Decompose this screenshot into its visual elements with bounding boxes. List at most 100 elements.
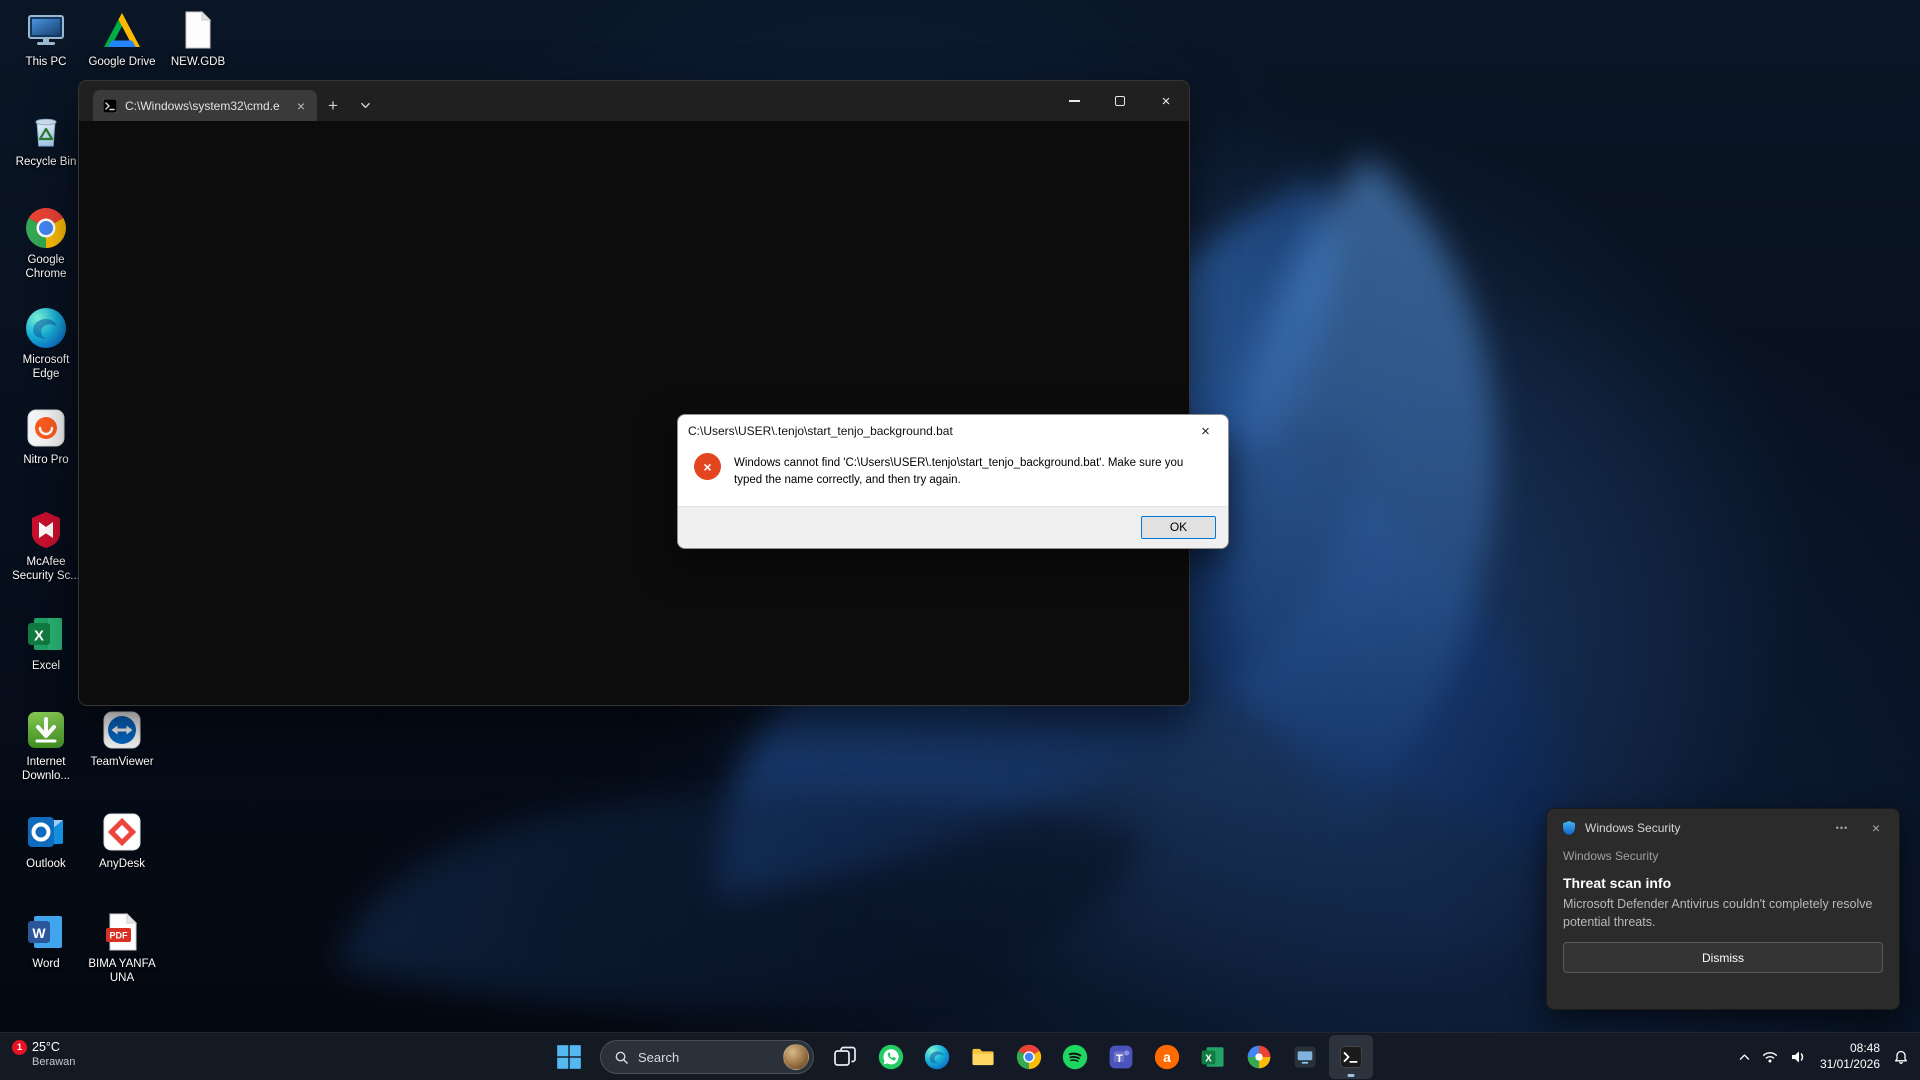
clock-widget[interactable]: 08:48 31/01/2026: [1812, 1041, 1888, 1072]
avast-icon: a: [1154, 1044, 1180, 1070]
notification-more-button[interactable]: •••: [1829, 815, 1855, 841]
notification-body: Microsoft Defender Antivirus couldn't co…: [1547, 891, 1899, 931]
new-tab-button[interactable]: +: [317, 90, 349, 121]
desktop-icon-label: McAfee Security Sc...: [8, 555, 84, 584]
taskbar-edge-button[interactable]: [915, 1035, 959, 1079]
teams-icon: T: [1108, 1044, 1134, 1070]
svg-text:a: a: [1163, 1049, 1171, 1065]
taskbar-excel-button[interactable]: X: [1191, 1035, 1235, 1079]
start-button[interactable]: [547, 1035, 591, 1079]
svg-text:T: T: [1116, 1053, 1123, 1065]
search-icon: [614, 1050, 629, 1065]
desktop-icon-mcafee[interactable]: McAfee Security Sc...: [8, 508, 84, 584]
taskbar-teams-button[interactable]: T: [1099, 1035, 1143, 1079]
mcafee-icon: [24, 508, 68, 552]
notification-close-button[interactable]: ×: [1863, 815, 1889, 841]
desktop-icon-label: NEW.GDB: [160, 55, 236, 69]
taskbar-chrome-button[interactable]: [1007, 1035, 1051, 1079]
terminal-titlebar[interactable]: C:\Windows\system32\cmd.e × + ×: [79, 81, 1189, 121]
notification-app-name: Windows Security: [1585, 821, 1821, 835]
nitro-pro-icon: [24, 406, 68, 450]
terminal-icon: [1338, 1044, 1364, 1070]
terminal-tab-title: C:\Windows\system32\cmd.e: [125, 99, 285, 113]
maximize-button[interactable]: [1097, 81, 1143, 121]
desktop-icon-label: AnyDesk: [84, 857, 160, 871]
edge-icon: [24, 306, 68, 350]
terminal-tab[interactable]: C:\Windows\system32\cmd.e ×: [93, 90, 317, 121]
spotify-icon: [1062, 1044, 1088, 1070]
idm-icon: [24, 708, 68, 752]
notification-badge: 1: [12, 1040, 27, 1055]
word-icon: W: [24, 910, 68, 954]
desktop-icon-nitro-pro[interactable]: Nitro Pro: [8, 406, 84, 467]
desktop-icon-teamviewer[interactable]: TeamViewer: [84, 708, 160, 769]
desktop-icon-anydesk[interactable]: AnyDesk: [84, 810, 160, 871]
google-app-icon: [1246, 1044, 1272, 1070]
error-dialog: C:\Users\USER\.tenjo\start_tenjo_backgro…: [677, 414, 1229, 549]
google-drive-icon: [100, 8, 144, 52]
taskbar-file-explorer-button[interactable]: [961, 1035, 1005, 1079]
wifi-icon: [1761, 1048, 1779, 1066]
svg-text:X: X: [1205, 1053, 1212, 1064]
wifi-button[interactable]: [1756, 1037, 1784, 1077]
file-icon: [176, 8, 220, 52]
dismiss-button[interactable]: Dismiss: [1563, 942, 1883, 973]
maximize-icon: [1115, 96, 1125, 106]
desktop-icon-outlook[interactable]: Outlook: [8, 810, 84, 871]
notification-center-button[interactable]: [1888, 1037, 1914, 1077]
taskbar-monitor-app-button[interactable]: [1283, 1035, 1327, 1079]
ok-button[interactable]: OK: [1141, 516, 1216, 539]
svg-text:W: W: [32, 925, 46, 941]
desktop-icon-label: Microsoft Edge: [8, 353, 84, 382]
taskbar: 1 25°C Berawan Search: [0, 1032, 1920, 1080]
dialog-close-button[interactable]: ×: [1183, 415, 1228, 447]
svg-text:PDF: PDF: [110, 931, 129, 941]
taskbar-whatsapp-button[interactable]: [869, 1035, 913, 1079]
desktop-icon-this-pc[interactable]: This PC: [8, 8, 84, 69]
weather-widget[interactable]: 1 25°C Berawan: [12, 1039, 75, 1070]
desktop-icon-label: BIMA YANFA UNA: [84, 957, 160, 986]
excel-icon: X: [24, 612, 68, 656]
file-explorer-icon: [970, 1044, 996, 1070]
chrome-icon: [1016, 1044, 1042, 1070]
bell-icon: [1893, 1049, 1909, 1065]
taskbar-terminal-button[interactable]: [1329, 1035, 1373, 1079]
desktop-icon-label: Excel: [8, 659, 84, 673]
volume-button[interactable]: [1784, 1037, 1812, 1077]
tab-dropdown-button[interactable]: [349, 90, 381, 121]
close-button[interactable]: ×: [1143, 81, 1189, 121]
desktop-icon-bima-yanfa-pdf[interactable]: PDF BIMA YANFA UNA: [84, 910, 160, 986]
desktop-icon-microsoft-edge[interactable]: Microsoft Edge: [8, 306, 84, 382]
weather-temperature: 25°C: [32, 1039, 75, 1055]
svg-text:X: X: [34, 628, 44, 645]
search-box[interactable]: Search: [600, 1040, 814, 1074]
minimize-button[interactable]: [1051, 81, 1097, 121]
dialog-titlebar[interactable]: C:\Users\USER\.tenjo\start_tenjo_backgro…: [678, 415, 1228, 447]
search-daily-image: [783, 1044, 809, 1070]
task-view-icon: [832, 1044, 858, 1070]
taskbar-spotify-button[interactable]: [1053, 1035, 1097, 1079]
desktop-icon-google-drive[interactable]: Google Drive: [84, 8, 160, 69]
desktop-icon-excel[interactable]: X Excel: [8, 612, 84, 673]
terminal-window: C:\Windows\system32\cmd.e × + ×: [78, 80, 1190, 706]
desktop-icon-label: Nitro Pro: [8, 453, 84, 467]
dialog-message: Windows cannot find 'C:\Users\USER\.tenj…: [734, 453, 1210, 490]
notification-heading: Threat scan info: [1547, 863, 1899, 891]
desktop-icon-idm[interactable]: Internet Downlo...: [8, 708, 84, 784]
desktop-icon-word[interactable]: W Word: [8, 910, 84, 971]
tray-overflow-button[interactable]: [1733, 1037, 1756, 1077]
taskbar-task-view-button[interactable]: [823, 1035, 867, 1079]
notification-subtitle: Windows Security: [1547, 847, 1899, 863]
search-label: Search: [638, 1050, 774, 1065]
tab-close-button[interactable]: ×: [293, 97, 309, 115]
outlook-icon: [24, 810, 68, 854]
taskbar-google-app-button[interactable]: [1237, 1035, 1281, 1079]
tray-date: 31/01/2026: [1820, 1057, 1880, 1073]
desktop-icon-recycle-bin[interactable]: Recycle Bin: [8, 108, 84, 169]
windows-security-notification: Windows Security ••• × Windows Security …: [1546, 808, 1900, 1010]
chevron-down-icon: [360, 100, 371, 111]
desktop-icon-new-gdb[interactable]: NEW.GDB: [160, 8, 236, 69]
taskbar-avast-button[interactable]: a: [1145, 1035, 1189, 1079]
desktop-icon-google-chrome[interactable]: Google Chrome: [8, 206, 84, 282]
chrome-icon: [24, 206, 68, 250]
